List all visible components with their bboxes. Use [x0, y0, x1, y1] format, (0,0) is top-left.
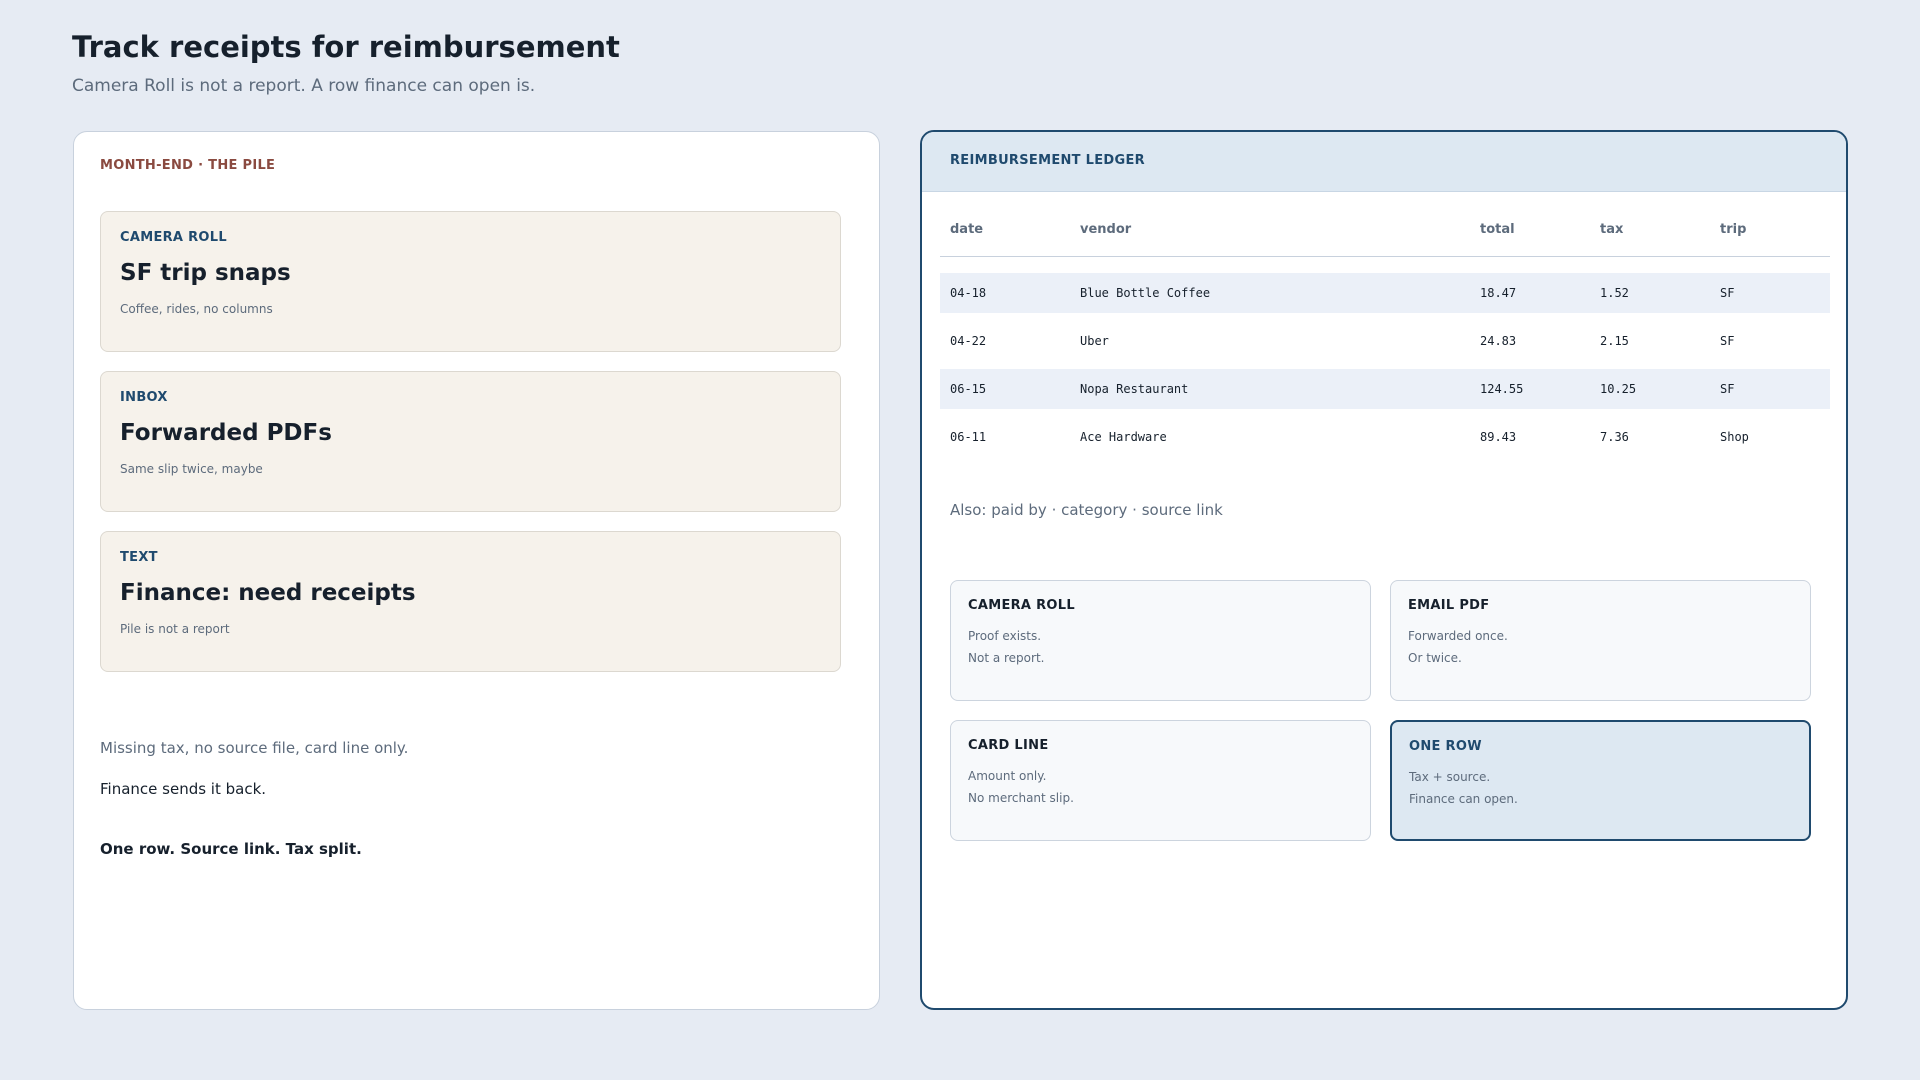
pile-card-inbox[interactable]: INBOX Forwarded PDFs Same slip twice, ma… [100, 371, 841, 512]
pile-card-kicker: CAMERA ROLL [120, 230, 227, 245]
cell-total: 124.55 [1480, 382, 1524, 396]
cell-tax: 1.52 [1600, 286, 1629, 300]
pile-card-note: Pile is not a report [120, 622, 230, 636]
cell-date: 06-11 [950, 430, 987, 444]
source-card-line: Or twice. [1408, 651, 1462, 665]
pile-card-title: Forwarded PDFs [120, 420, 332, 446]
page-subtitle: Camera Roll is not a report. A row finan… [72, 76, 536, 96]
pile-card-kicker: INBOX [120, 390, 168, 405]
pile-card-kicker: TEXT [120, 550, 158, 565]
column-header-trip[interactable]: trip [1720, 222, 1746, 237]
column-header-total[interactable]: total [1480, 222, 1515, 237]
ledger-panel: REIMBURSEMENT LEDGER date vendor total t… [920, 130, 1848, 1010]
cell-trip: SF [1720, 382, 1735, 396]
source-card-line: Finance can open. [1409, 792, 1518, 806]
pile-card-camera-roll[interactable]: CAMERA ROLL SF trip snaps Coffee, rides,… [100, 211, 841, 352]
pile-kicker: MONTH-END · THE PILE [100, 158, 276, 173]
sendback-note: Finance sends it back. [100, 780, 267, 798]
pile-card-title: SF trip snaps [120, 260, 291, 286]
source-card-line: Not a report. [968, 651, 1045, 665]
pile-card-note: Coffee, rides, no columns [120, 302, 273, 316]
column-header-vendor[interactable]: vendor [1080, 222, 1131, 237]
header-divider [940, 256, 1830, 257]
extra-fields-note: Also: paid by · category · source link [950, 501, 1223, 519]
column-header-date[interactable]: date [950, 222, 983, 237]
column-header-tax[interactable]: tax [1600, 222, 1623, 237]
cell-total: 89.43 [1480, 430, 1517, 444]
cell-date: 04-22 [950, 334, 987, 348]
cell-tax: 10.25 [1600, 382, 1637, 396]
source-card-email-pdf[interactable]: EMAIL PDF Forwarded once. Or twice. [1390, 580, 1811, 701]
cell-vendor: Uber [1080, 334, 1109, 348]
cell-trip: SF [1720, 286, 1735, 300]
source-card-label: CARD LINE [968, 738, 1049, 753]
source-card-line: Tax + source. [1409, 770, 1491, 784]
cell-trip: SF [1720, 334, 1735, 348]
table-row[interactable]: 04-18 Blue Bottle Coffee 18.47 1.52 SF [940, 273, 1830, 313]
source-card-line: No merchant slip. [968, 791, 1074, 805]
fix-note: One row. Source link. Tax split. [100, 840, 362, 858]
cell-vendor: Ace Hardware [1080, 430, 1167, 444]
source-card-line: Forwarded once. [1408, 629, 1508, 643]
pile-card-text[interactable]: TEXT Finance: need receipts Pile is not … [100, 531, 841, 672]
source-card-line: Amount only. [968, 769, 1047, 783]
table-row[interactable]: 04-22 Uber 24.83 2.15 SF [940, 321, 1830, 361]
table-row[interactable]: 06-11 Ace Hardware 89.43 7.36 Shop [940, 417, 1830, 457]
cell-vendor: Blue Bottle Coffee [1080, 286, 1211, 300]
source-card-one-row[interactable]: ONE ROW Tax + source. Finance can open. [1390, 720, 1811, 841]
ledger-title: REIMBURSEMENT LEDGER [950, 153, 1145, 168]
page-title: Track receipts for reimbursement [72, 30, 620, 64]
ledger-header: REIMBURSEMENT LEDGER [922, 132, 1846, 192]
source-card-label: EMAIL PDF [1408, 598, 1490, 613]
source-card-card-line[interactable]: CARD LINE Amount only. No merchant slip. [950, 720, 1371, 841]
cell-trip: Shop [1720, 430, 1749, 444]
table-row[interactable]: 06-15 Nopa Restaurant 124.55 10.25 SF [940, 369, 1830, 409]
source-card-camera-roll[interactable]: CAMERA ROLL Proof exists. Not a report. [950, 580, 1371, 701]
cell-total: 24.83 [1480, 334, 1517, 348]
cell-date: 04-18 [950, 286, 987, 300]
pile-card-note: Same slip twice, maybe [120, 462, 263, 476]
cell-tax: 7.36 [1600, 430, 1629, 444]
source-card-label: CAMERA ROLL [968, 598, 1075, 613]
cell-total: 18.47 [1480, 286, 1517, 300]
cell-tax: 2.15 [1600, 334, 1629, 348]
cell-date: 06-15 [950, 382, 987, 396]
source-card-label: ONE ROW [1409, 739, 1482, 754]
source-card-line: Proof exists. [968, 629, 1042, 643]
pile-panel: MONTH-END · THE PILE CAMERA ROLL SF trip… [73, 131, 880, 1010]
cell-vendor: Nopa Restaurant [1080, 382, 1189, 396]
pile-card-title: Finance: need receipts [120, 580, 416, 606]
missing-items-note: Missing tax, no source file, card line o… [100, 739, 409, 757]
